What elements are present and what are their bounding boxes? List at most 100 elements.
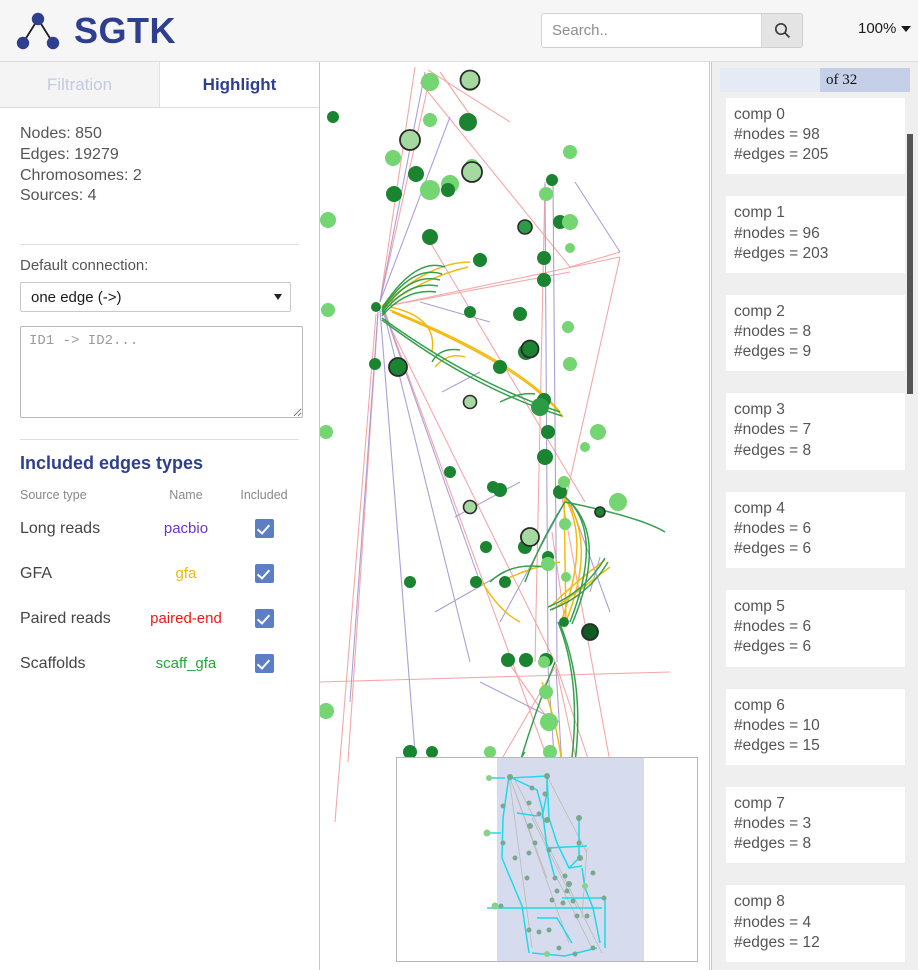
app-header: SGTK 100% <box>0 0 918 62</box>
zoom-level-label: 100% <box>858 20 897 37</box>
default-connection-label: Default connection: <box>20 257 149 275</box>
card-gap <box>712 470 918 492</box>
stat-nodes: Nodes: 850 <box>20 125 102 142</box>
tab-highlight-label: Highlight <box>202 74 277 94</box>
divider-2 <box>20 439 299 441</box>
edge-included-cell <box>233 506 295 551</box>
component-card-3[interactable]: comp 3 #nodes = 7 #edges = 8 <box>726 393 905 470</box>
table-header-row: Source type Name Included <box>20 488 295 506</box>
card-gap <box>712 273 918 295</box>
component-edges: #edges = 15 <box>734 736 820 754</box>
component-edges: #edges = 6 <box>734 539 812 557</box>
component-nodes: #nodes = 7 <box>734 421 812 439</box>
sidebar-tabs: Filtration Highlight <box>0 62 319 108</box>
zoom-level-dropdown[interactable]: 100% <box>858 20 912 37</box>
component-nodes: #nodes = 6 <box>734 519 812 537</box>
table-row: Long reads pacbio <box>20 506 295 551</box>
component-title: comp 2 <box>734 302 785 320</box>
component-title: comp 3 <box>734 401 785 419</box>
default-connection-value: one edge (->) <box>31 288 122 306</box>
component-title: comp 6 <box>734 696 785 714</box>
search-input[interactable] <box>542 14 761 47</box>
search-box[interactable] <box>541 13 803 48</box>
checkbox-included-gfa[interactable] <box>254 564 274 584</box>
component-total-label: of 32 <box>820 68 910 92</box>
component-card-7[interactable]: comp 7 #nodes = 3 #edges = 8 <box>726 786 905 864</box>
edge-source-type: Scaffolds <box>20 654 86 672</box>
checkbox-included-paired-end[interactable] <box>254 609 274 629</box>
component-card-0[interactable]: comp 0 #nodes = 98 #edges = 205 <box>726 98 905 175</box>
brand: SGTK <box>12 0 176 61</box>
edge-name-scaff-gfa: scaff_gfa <box>155 655 217 673</box>
component-nodes: #nodes = 6 <box>734 618 812 636</box>
stat-sources: Sources: 4 <box>20 187 97 205</box>
component-edges: #edges = 8 <box>734 835 812 853</box>
component-edges: #edges = 8 <box>734 441 812 459</box>
component-card-1[interactable]: comp 1 #nodes = 96 #edges = 203 <box>726 196 905 273</box>
col-name: Name <box>169 488 203 503</box>
component-card-5[interactable]: comp 5 #nodes = 6 #edges = 6 <box>726 590 905 667</box>
component-edges: #edges = 12 <box>734 933 820 951</box>
chevron-down-icon <box>901 25 912 32</box>
connection-ids-textarea[interactable] <box>20 326 303 419</box>
component-title: comp 5 <box>734 598 785 616</box>
component-index-input[interactable] <box>720 68 820 92</box>
edge-source-type: GFA <box>20 564 53 582</box>
col-included: Included <box>240 488 288 503</box>
table-row: Paired reads paired-end <box>20 596 295 641</box>
component-nodes: #nodes = 3 <box>734 815 812 833</box>
card-gap <box>712 667 918 689</box>
edge-source-type: Long reads <box>20 519 101 537</box>
default-connection-select[interactable]: one edge (->) <box>20 282 291 313</box>
component-nodes: #nodes = 98 <box>734 126 820 144</box>
edge-name-pacbio: pacbio <box>163 520 209 538</box>
card-gap <box>712 371 918 393</box>
tab-filtration[interactable]: Filtration <box>0 62 160 107</box>
components-scrollbar-track[interactable] <box>907 98 916 970</box>
component-edges: #edges = 205 <box>734 146 829 164</box>
component-edges: #edges = 9 <box>734 343 812 361</box>
component-card-4[interactable]: comp 4 #nodes = 6 #edges = 6 <box>726 491 905 569</box>
stat-chromosomes: Chromosomes: 2 <box>20 166 142 184</box>
col-source-type: Source type <box>20 488 87 503</box>
component-title: comp 0 <box>734 106 785 123</box>
component-edges: #edges = 6 <box>734 638 812 656</box>
component-title: comp 4 <box>734 499 785 517</box>
chevron-down-icon <box>274 294 282 301</box>
search-icon <box>774 22 790 39</box>
component-nodes: #nodes = 10 <box>734 716 820 734</box>
graph-stats: Nodes: 850 Edges: 19279 Chromosomes: 2 S… <box>0 108 319 207</box>
search-button[interactable] <box>761 14 802 47</box>
edge-included-cell <box>233 551 295 596</box>
card-gap <box>712 962 918 970</box>
component-nodes: #nodes = 96 <box>734 224 820 242</box>
component-card-2[interactable]: comp 2 #nodes = 8 #edges = 9 <box>726 294 905 372</box>
table-row: Scaffolds scaff_gfa <box>20 641 295 686</box>
included-edges-title: Included edges types <box>20 453 204 474</box>
component-nodes: #nodes = 8 <box>734 322 812 340</box>
checkbox-included-pacbio[interactable] <box>254 519 274 539</box>
component-title: comp 8 <box>734 893 785 911</box>
tab-filtration-label: Filtration <box>46 74 113 94</box>
app-root: SGTK 100% Filtration Highlight <box>0 0 918 970</box>
edge-source-type: Paired reads <box>20 609 111 627</box>
edge-name-paired-end: paired-end <box>150 610 222 628</box>
checkbox-included-scaff-gfa[interactable] <box>254 654 274 674</box>
divider-1 <box>20 244 299 246</box>
edge-included-cell <box>233 641 295 686</box>
tab-highlight[interactable]: Highlight <box>160 62 319 107</box>
component-card-8[interactable]: comp 8 #nodes = 4 #edges = 12 <box>726 885 905 962</box>
components-scrollbar-thumb[interactable] <box>907 134 913 394</box>
components-scroll-area[interactable]: comp 0 #nodes = 98 #edges = 205 comp 1 #… <box>712 98 918 970</box>
card-gap <box>712 863 918 885</box>
graph-logo-icon <box>16 12 60 49</box>
component-card-6[interactable]: comp 6 #nodes = 10 #edges = 15 <box>726 688 905 765</box>
included-edges-table: Source type Name Included Long reads pac… <box>20 488 295 686</box>
component-edges: #edges = 203 <box>734 244 829 262</box>
component-title: comp 7 <box>734 794 785 812</box>
minimap-visualization[interactable] <box>397 758 697 961</box>
graph-minimap[interactable] <box>396 757 698 962</box>
app-title: SGTK <box>74 9 177 51</box>
graph-canvas[interactable] <box>320 62 710 970</box>
left-sidebar: Filtration Highlight Nodes: 850 Edges: 1… <box>0 62 320 970</box>
